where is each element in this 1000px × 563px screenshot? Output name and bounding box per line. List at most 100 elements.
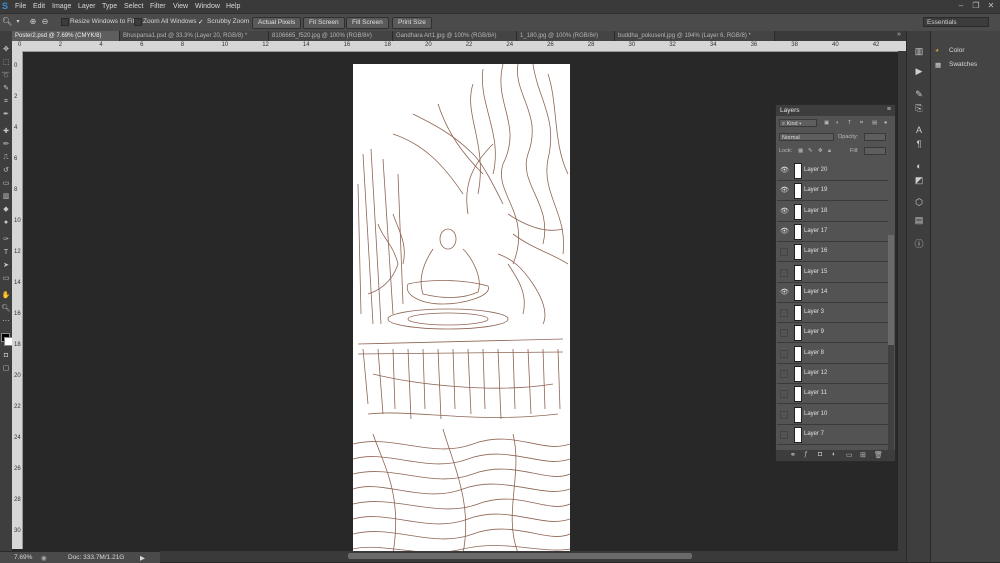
layer-name[interactable]: Layer 12 — [804, 370, 827, 376]
menu-type[interactable]: Type — [102, 3, 117, 10]
visibility-toggle[interactable] — [780, 309, 788, 318]
tab-buddha[interactable]: buddha_pokusenl.jpg @ 194% (Layer 6, RGB… — [615, 31, 775, 41]
adjustments-icon[interactable]: ◐ — [913, 161, 925, 171]
filter-toggle-icon[interactable]: ● — [884, 120, 887, 126]
layer-name[interactable]: Layer 15 — [804, 269, 827, 275]
layer-name[interactable]: Layer 18 — [804, 208, 827, 214]
add-mask-icon[interactable]: ◘ — [818, 451, 822, 458]
eyedropper-icon[interactable]: ✒ — [1, 110, 11, 119]
layer-name[interactable]: Layer 19 — [804, 187, 827, 193]
shape-tool-icon[interactable]: ▭ — [1, 274, 11, 283]
restore-icon[interactable]: ❐ — [970, 1, 982, 11]
blend-mode-select[interactable]: Normal — [779, 133, 834, 141]
filter-type-icon[interactable]: T — [848, 120, 851, 126]
layer-row[interactable]: Layer 8 — [777, 343, 888, 364]
tab-gandhara[interactable]: Gandhara Art1.jpg @ 100% (RGB/8#) — [393, 31, 517, 41]
tab-bhusparsa[interactable]: Bhusparsa1.psd @ 33.3% (Layer 20, RGB/8)… — [120, 31, 269, 41]
menu-edit[interactable]: Edit — [33, 3, 45, 10]
type-tool-icon[interactable]: T — [1, 248, 11, 257]
fit-screen-button[interactable]: Fit Screen — [303, 17, 345, 29]
filter-pixel-icon[interactable]: ▣ — [824, 120, 829, 126]
eye-visible-icon[interactable]: 👁︎ — [780, 289, 789, 296]
vertical-scrollbar[interactable] — [898, 51, 906, 551]
layer-row[interactable]: Layer 15 — [777, 262, 888, 283]
minimize-icon[interactable]: – — [955, 1, 967, 11]
lock-transparent-icon[interactable]: ▦ — [798, 148, 803, 154]
status-menu-arrow-icon[interactable]: ▶ — [140, 554, 145, 562]
visibility-toggle[interactable] — [780, 430, 788, 439]
layer-name[interactable]: Layer 14 — [804, 289, 827, 295]
layer-name[interactable]: Layer 16 — [804, 248, 827, 254]
edit-toolbar-icon[interactable]: ⋯ — [1, 317, 11, 326]
stamp-tool-icon[interactable]: ⎍ — [1, 153, 11, 162]
eye-visible-icon[interactable]: 👁︎ — [780, 187, 789, 194]
swatches-panel-label[interactable]: Swatches — [949, 61, 977, 68]
eye-visible-icon[interactable]: 👁︎ — [780, 167, 789, 174]
pen-tool-icon[interactable]: ✑ — [1, 235, 11, 244]
lasso-tool-icon[interactable]: ➰ — [1, 71, 11, 80]
actual-pixels-button[interactable]: Actual Pixels — [252, 17, 302, 29]
layer-row[interactable]: 👁︎ Layer 19 — [777, 181, 888, 202]
opacity-input[interactable] — [864, 133, 886, 141]
quick-mask-icon[interactable]: ◘ — [1, 351, 11, 360]
layer-name[interactable]: Layer 8 — [804, 350, 824, 356]
lock-all-icon[interactable]: 🔒︎ — [828, 148, 831, 155]
character-panel-icon[interactable]: A — [913, 125, 925, 135]
layer-name[interactable]: Layer 9 — [804, 329, 824, 335]
layer-name[interactable]: Layer 10 — [804, 411, 827, 417]
new-layer-icon[interactable]: ⊞ — [860, 451, 866, 459]
menu-filter[interactable]: Filter — [150, 3, 166, 10]
zoom-tool-side-icon[interactable]: 🔍︎ — [1, 304, 11, 313]
filter-smart-icon[interactable]: ▤ — [872, 120, 877, 126]
delete-layer-icon[interactable]: 🗑︎ — [874, 451, 883, 459]
layer-row[interactable]: 👁︎ Layer 18 — [777, 201, 888, 222]
layer-row[interactable]: Layer 12 — [777, 364, 888, 384]
resize-windows-checkbox[interactable] — [61, 18, 69, 26]
zoom-tool-icon[interactable]: 🔍︎ — [2, 17, 12, 27]
layer-row[interactable]: Layer 9 — [777, 323, 888, 344]
filter-shape-icon[interactable]: ⌗ — [860, 120, 863, 127]
zoom-in-icon[interactable]: ⊕ — [28, 17, 38, 27]
menu-window[interactable]: Window — [195, 3, 220, 10]
link-layers-icon[interactable]: ⚭ — [790, 451, 796, 459]
layers-panel-header[interactable]: Layers ≡ — [776, 105, 895, 116]
document-canvas[interactable] — [353, 64, 570, 553]
visibility-toggle[interactable] — [780, 410, 788, 419]
print-size-button[interactable]: Print Size — [392, 17, 432, 29]
layer-row[interactable]: 👁︎ Layer 17 — [777, 221, 888, 242]
dodge-tool-icon[interactable]: ● — [1, 218, 11, 227]
menu-file[interactable]: File — [15, 3, 26, 10]
layer-name[interactable]: Layer 11 — [804, 390, 827, 396]
layers-scrollbar[interactable] — [888, 235, 894, 451]
hand-tool-icon[interactable]: ✋ — [1, 291, 11, 300]
eye-visible-icon[interactable]: 👁︎ — [780, 208, 789, 215]
eye-visible-icon[interactable]: 👁︎ — [780, 228, 789, 235]
quick-select-icon[interactable]: ✎ — [1, 84, 11, 93]
visibility-toggle[interactable] — [780, 248, 788, 257]
layers-panel-title[interactable]: Layers — [780, 107, 800, 114]
styles-icon[interactable]: ◩ — [913, 175, 925, 185]
screen-mode-icon[interactable]: ▢ — [1, 364, 11, 373]
menu-view[interactable]: View — [173, 3, 188, 10]
fx-icon[interactable]: ƒ — [804, 451, 808, 458]
panel-menu-icon[interactable]: ≡ — [887, 106, 891, 113]
layer-row[interactable]: 👁︎ Layer 14 — [777, 282, 888, 303]
history-brush-icon[interactable]: ↺ — [1, 166, 11, 175]
layer-row[interactable]: Layer 3 — [777, 303, 888, 324]
layer-row[interactable]: Layer 10 — [777, 404, 888, 425]
menu-image[interactable]: Image — [52, 3, 71, 10]
layer-name[interactable]: Layer 7 — [804, 431, 824, 437]
new-group-icon[interactable]: ▭ — [846, 451, 853, 459]
info-panel-icon[interactable]: ⓘ — [913, 239, 925, 249]
path-select-icon[interactable]: ➤ — [1, 261, 11, 270]
marquee-tool-icon[interactable]: ⬚ — [1, 58, 11, 67]
status-info-icon[interactable]: ◉ — [41, 554, 47, 562]
layer-name[interactable]: Layer 3 — [804, 309, 824, 315]
blur-tool-icon[interactable]: ◆ — [1, 205, 11, 214]
move-tool-icon[interactable]: ✥ — [1, 45, 11, 54]
layer-row[interactable]: Layer 16 — [777, 242, 888, 263]
tab-1-180[interactable]: 1_180.jpg @ 100% (RGB/8#) — [517, 31, 615, 41]
zoom-out-icon[interactable]: ⊖ — [40, 17, 50, 27]
menu-help[interactable]: Help — [226, 3, 240, 10]
tabs-overflow-icon[interactable]: » — [897, 31, 901, 38]
